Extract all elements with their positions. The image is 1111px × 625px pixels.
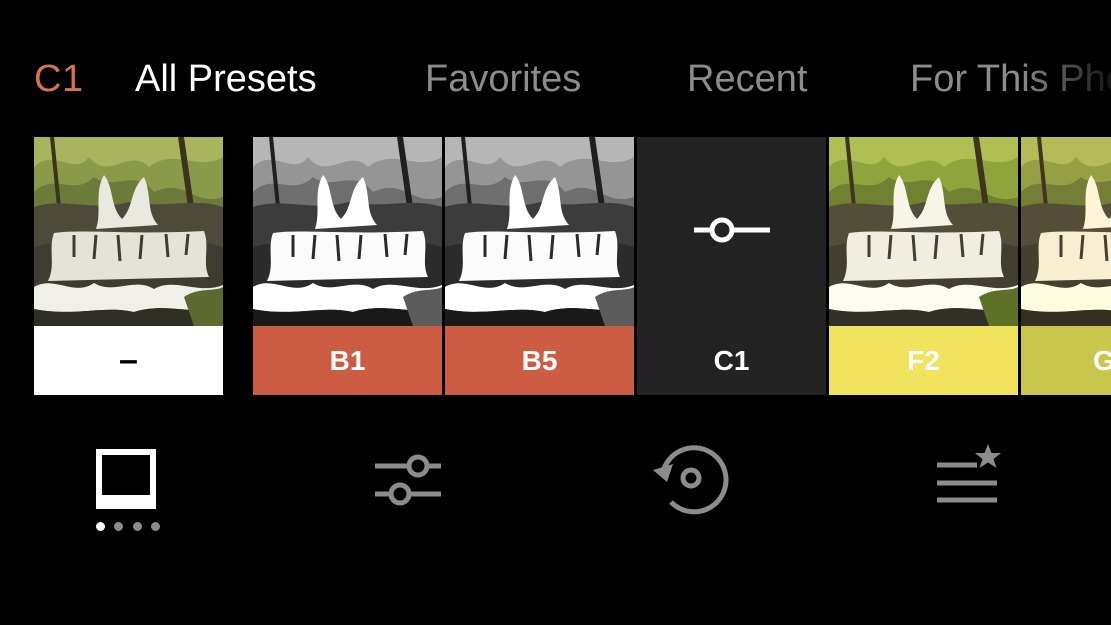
presets-frame-icon xyxy=(96,449,156,509)
favorites-tool-button[interactable] xyxy=(922,440,1012,530)
slider-adjust-icon xyxy=(694,217,770,243)
preset-label: C1 xyxy=(637,326,826,395)
preset-label: B1 xyxy=(253,326,442,395)
preset-thumbnail xyxy=(1021,137,1111,326)
preset-label: – xyxy=(34,326,223,395)
presets-tool-button[interactable] xyxy=(81,440,171,530)
preset-thumbnail xyxy=(829,137,1018,326)
tab-all-presets[interactable]: All Presets xyxy=(135,58,317,101)
preset-strip[interactable]: – B1 B5 C1 F2 G xyxy=(0,137,1111,395)
editor-toolbar xyxy=(0,440,1111,540)
tab-for-this-photo[interactable]: For This Photo xyxy=(910,58,1111,101)
page-indicator xyxy=(96,522,160,532)
tab-favorites[interactable]: Favorites xyxy=(425,58,581,101)
adjust-sliders-icon xyxy=(375,454,441,506)
page-dot xyxy=(132,522,142,531)
preset-thumbnail xyxy=(253,137,442,326)
current-preset-label: C1 xyxy=(34,58,84,100)
page-dot xyxy=(150,522,160,531)
preset-label: G xyxy=(1021,326,1111,395)
preset-card-b5[interactable]: B5 xyxy=(445,137,634,395)
preset-label: F2 xyxy=(829,326,1018,395)
preset-label: B5 xyxy=(445,326,634,395)
preset-card-b1[interactable]: B1 xyxy=(253,137,442,395)
preset-thumbnail xyxy=(445,137,634,326)
favorites-list-icon xyxy=(937,444,1001,503)
preset-card-original[interactable]: – xyxy=(34,137,223,395)
preset-card-f2[interactable]: F2 xyxy=(829,137,1018,395)
preset-card-g[interactable]: G xyxy=(1021,137,1111,395)
preset-tab-bar: C1 All Presets Favorites Recent For This… xyxy=(0,56,1111,112)
page-dot xyxy=(114,522,124,531)
page-dot-active xyxy=(96,522,105,531)
preset-card-c1[interactable]: C1 xyxy=(637,137,826,395)
history-icon xyxy=(653,445,729,515)
adjust-tool-button[interactable] xyxy=(363,440,453,530)
history-tool-button[interactable] xyxy=(645,440,735,530)
preset-thumbnail xyxy=(34,137,223,326)
tab-recent[interactable]: Recent xyxy=(687,58,807,101)
preset-thumbnail xyxy=(637,137,826,326)
